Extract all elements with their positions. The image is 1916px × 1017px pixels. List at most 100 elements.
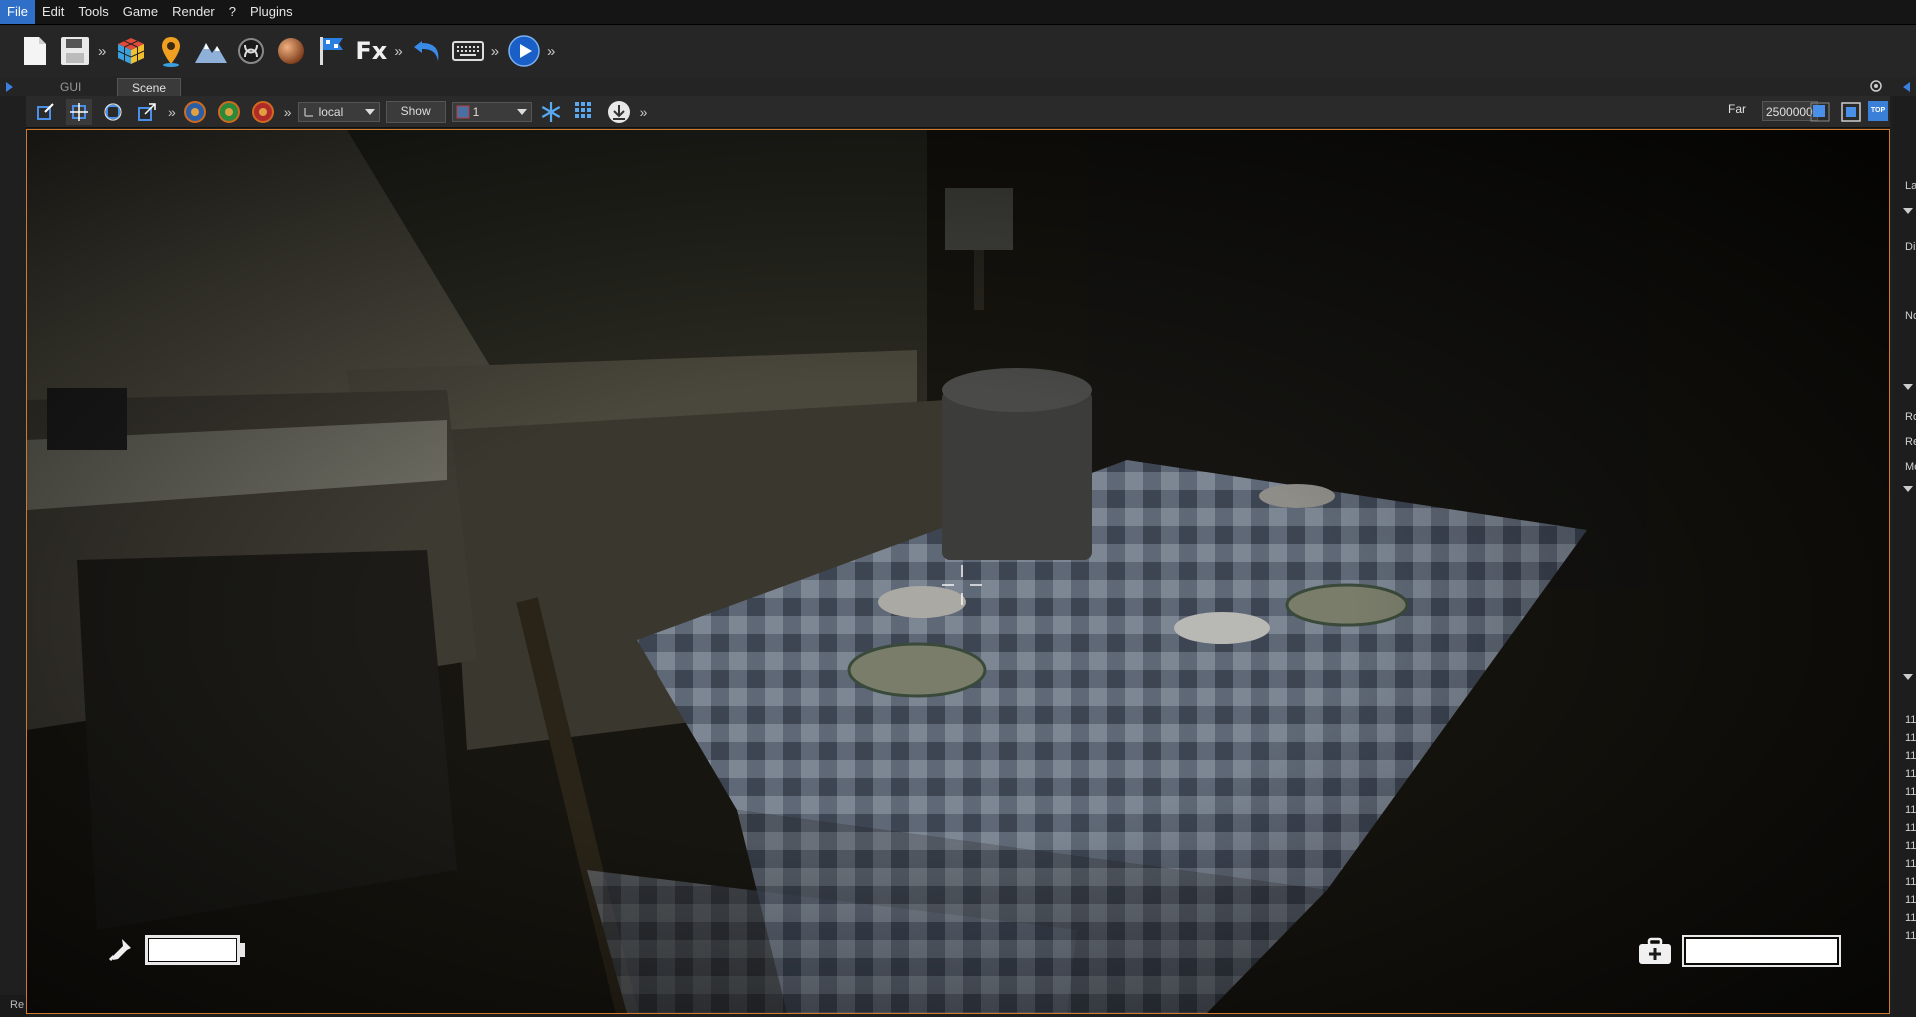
material-button[interactable] [274,32,308,70]
terrain-button[interactable] [194,32,228,70]
layer-select[interactable]: 1 [451,101,532,122]
move-mode-button[interactable] [66,98,92,125]
select-arrow-icon [37,102,54,120]
scale-icon [138,102,156,121]
status-bar: Re [0,995,26,1017]
knot-icon [238,38,265,64]
map-pin-icon [162,37,181,67]
scene-toolbar-overflow-2[interactable]: » [284,104,292,120]
expand-icon[interactable] [1903,486,1913,492]
panel-label: Re [1905,436,1916,448]
grid-icon [574,101,591,118]
detach-icon[interactable] [1870,80,1882,92]
list-item: 11 [1905,732,1916,744]
toolbar-overflow-3[interactable]: » [491,43,499,60]
save-button[interactable] [58,32,92,70]
flashlight-battery-bar [145,935,240,965]
scale-mode-button[interactable] [134,99,160,125]
tab-gui[interactable]: GUI [46,78,95,96]
scene-viewport[interactable] [26,129,1890,1014]
menu-tools[interactable]: Tools [71,0,115,24]
layer-select-value: 1 [472,104,480,119]
mountain-terrain-icon [195,43,228,63]
list-item: 11 [1905,822,1916,834]
list-item: 11 [1905,930,1916,942]
grid-button[interactable] [572,99,598,125]
collapse-left-icon[interactable] [6,82,13,92]
gizmo-blue-button[interactable] [182,99,208,125]
layer-icon [456,105,470,118]
list-item: 11 [1905,768,1916,780]
list-item: 11 [1905,786,1916,798]
gizmo-red-button[interactable] [250,99,276,125]
menu-game[interactable]: Game [116,0,165,24]
menu-render[interactable]: Render [165,0,222,24]
keyboard-icon [451,41,484,61]
play-button[interactable] [507,32,541,70]
list-item: 11 [1905,804,1916,816]
undo-button[interactable] [411,32,445,70]
select-mode-button[interactable] [32,99,58,125]
menu-plugins[interactable]: Plugins [243,0,300,24]
tabs-row: GUI Scene [0,77,1916,97]
scene-toolbar-overflow-1[interactable]: » [168,104,176,120]
sphere-material-icon [278,38,305,64]
list-item: 11 [1905,876,1916,888]
save-icon [61,37,89,65]
tab-scene[interactable]: Scene [117,78,182,97]
fx-button[interactable]: Fx [354,32,388,70]
perspective-icon[interactable] [1810,102,1830,122]
new-file-button[interactable] [18,32,52,70]
axis-icon [303,107,313,117]
health-bar [1682,935,1841,967]
expand-icon[interactable] [1903,384,1913,390]
list-item: 11 [1905,714,1916,726]
list-item: 11 [1905,750,1916,762]
flag-button[interactable] [314,32,348,70]
scene-toolbar-overflow-3[interactable]: » [640,104,648,120]
toolbar-overflow-2[interactable]: » [394,43,402,60]
list-item: 11 [1905,858,1916,870]
toolbar-overflow-4[interactable]: » [547,43,555,60]
panel-label: Ro [1905,411,1916,423]
flashlight-icon [108,939,131,962]
drop-to-ground-button[interactable] [606,99,632,125]
rotate-icon [104,102,122,121]
keyboard-button[interactable] [451,32,485,70]
freeze-button[interactable] [538,99,564,125]
move-icon [70,102,88,121]
list-item: 11 [1905,912,1916,924]
battery-tip [240,943,245,957]
rotate-mode-button[interactable] [100,99,126,125]
top-view-button[interactable]: TOP [1868,101,1888,121]
menu-help[interactable]: ? [222,0,243,24]
gizmo-green-button[interactable] [216,99,242,125]
maximize-viewport-icon[interactable] [1840,101,1862,123]
crosshair-icon [942,565,982,605]
flashlight-battery-fill [149,939,236,961]
main-toolbar: » Fx » » » [0,25,1916,77]
download-arrow-icon [607,100,630,123]
scene-toolbar: » » local Show 1 » Far 2500000 TOP [26,96,1890,128]
play-icon [508,35,540,67]
space-select[interactable]: local [297,101,380,122]
expand-icon[interactable] [1903,208,1913,214]
menu-edit[interactable]: Edit [35,0,71,24]
chevron-down-icon [364,108,375,115]
health-bar-fill [1686,939,1837,963]
toolbar-overflow-1[interactable]: » [98,43,106,60]
menu-file[interactable]: File [0,0,35,24]
fx-icon: Fx [355,37,388,65]
list-item: 11 [1905,894,1916,906]
panel-label: No [1905,310,1916,322]
expand-icon[interactable] [1903,674,1913,680]
space-select-value: local [318,104,344,119]
undo-icon [413,41,439,61]
properties-panel: La Di No Ro Re Me 11 11 11 11 11 11 11 1… [1893,96,1916,1017]
curve-button[interactable] [234,32,268,70]
show-button[interactable]: Show [385,100,446,123]
collapse-right-icon[interactable] [1903,82,1910,92]
panel-label: Me [1905,461,1916,473]
prefab-button[interactable] [114,32,148,70]
locator-button[interactable] [154,32,188,70]
